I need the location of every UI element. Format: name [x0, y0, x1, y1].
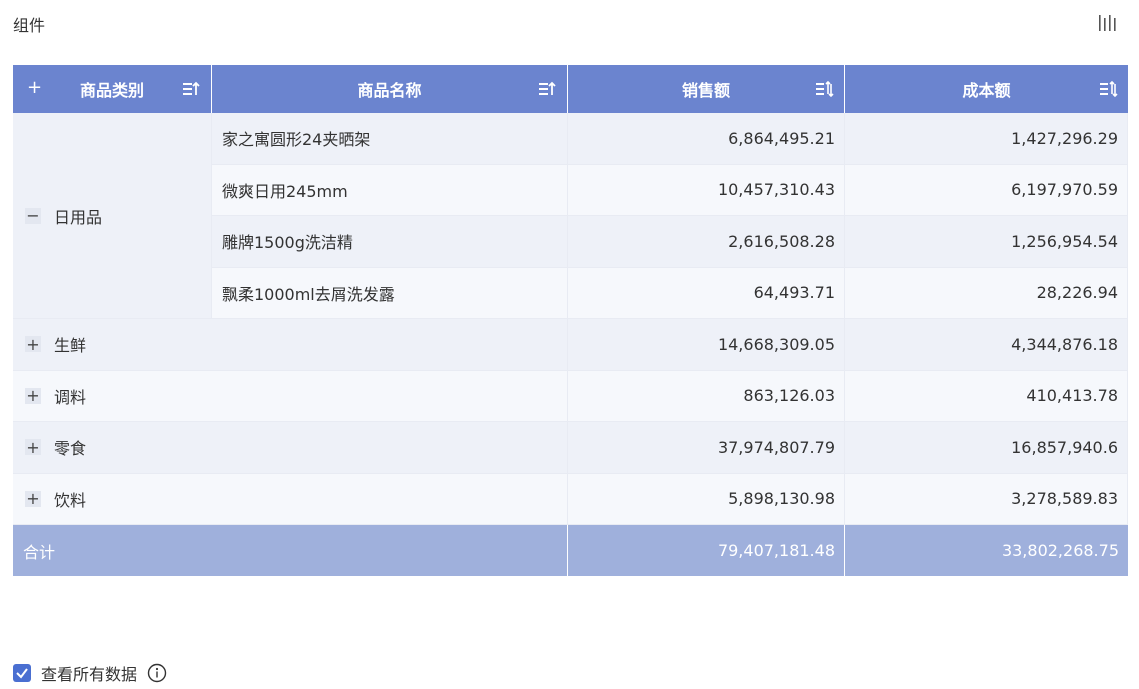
header-sales[interactable]: 销售额	[568, 65, 845, 113]
component-title: 组件	[13, 16, 46, 35]
expand-icon[interactable]: +	[25, 489, 41, 508]
cost-cell: 6,197,970.59	[845, 164, 1128, 216]
check-icon	[16, 668, 28, 679]
header-cost-label: 成本额	[962, 81, 1011, 100]
header-product[interactable]: 商品名称	[212, 65, 568, 113]
total-label: 合计	[13, 525, 568, 576]
header-category[interactable]: + 商品类别	[13, 65, 212, 113]
table-row-group: + 生鲜	[13, 319, 568, 371]
view-all-label: 查看所有数据	[41, 665, 138, 684]
cost-cell: 4,344,876.18	[845, 319, 1128, 371]
product-cell: 微爽日用245mm	[212, 164, 568, 216]
group-cell-expanded: − 日用品	[13, 113, 212, 319]
group-name: 饮料	[54, 490, 87, 510]
collapse-icon[interactable]: −	[25, 206, 41, 225]
sales-cell: 14,668,309.05	[568, 319, 845, 371]
cost-cell: 16,857,940.6	[845, 422, 1128, 474]
cost-cell: 28,226.94	[845, 267, 1128, 319]
sales-cell: 37,974,807.79	[568, 422, 845, 474]
cost-cell: 410,413.78	[845, 370, 1128, 422]
header-category-label: 商品类别	[79, 81, 144, 100]
total-cost: 33,802,268.75	[845, 525, 1128, 576]
cost-cell: 1,427,296.29	[845, 113, 1128, 165]
sort-icon[interactable]	[537, 79, 557, 99]
expand-icon[interactable]: +	[25, 335, 41, 354]
view-all-checkbox[interactable]	[13, 664, 31, 682]
expand-icon[interactable]: +	[25, 386, 41, 405]
sort-icon[interactable]	[1098, 79, 1118, 99]
header-cost[interactable]: 成本额	[845, 65, 1128, 113]
total-sales: 79,407,181.48	[568, 525, 845, 576]
product-cell: 雕牌1500g洗洁精	[212, 216, 568, 268]
table-row-group: + 饮料	[13, 473, 568, 525]
product-cell: 家之寓圆形24夹晒架	[212, 113, 568, 165]
expand-icon[interactable]: +	[25, 438, 41, 457]
sales-cell: 64,493.71	[568, 267, 845, 319]
sales-cell: 5,898,130.98	[568, 473, 845, 525]
header-sales-label: 销售额	[681, 81, 730, 100]
sort-icon[interactable]	[814, 79, 834, 99]
cost-cell: 1,256,954.54	[845, 216, 1128, 268]
sales-cell: 2,616,508.28	[568, 216, 845, 268]
sales-cell: 6,864,495.21	[568, 113, 845, 165]
header-product-label: 商品名称	[357, 81, 422, 100]
cost-cell: 3,278,589.83	[845, 473, 1128, 525]
table-row-group: + 调料	[13, 370, 568, 422]
sales-cell: 863,126.03	[568, 370, 845, 422]
group-name: 生鲜	[54, 336, 87, 356]
group-name: 调料	[54, 387, 87, 407]
data-table: + 商品类别 商品名称 销售额 成本额 − 日用品 家之寓圆形24夹晒架 6,8…	[13, 65, 1128, 576]
group-name: 日用品	[54, 207, 103, 227]
table-row-group: + 零食	[13, 422, 568, 474]
sort-icon[interactable]	[181, 79, 201, 99]
column-settings-icon[interactable]	[1097, 12, 1119, 34]
expand-all-icon[interactable]: +	[27, 77, 42, 98]
view-all-data-option[interactable]: 查看所有数据	[13, 661, 167, 685]
product-cell: 飘柔1000ml去屑洗发露	[212, 267, 568, 319]
sales-cell: 10,457,310.43	[568, 164, 845, 216]
info-icon[interactable]	[147, 663, 167, 683]
group-name: 零食	[54, 439, 87, 459]
